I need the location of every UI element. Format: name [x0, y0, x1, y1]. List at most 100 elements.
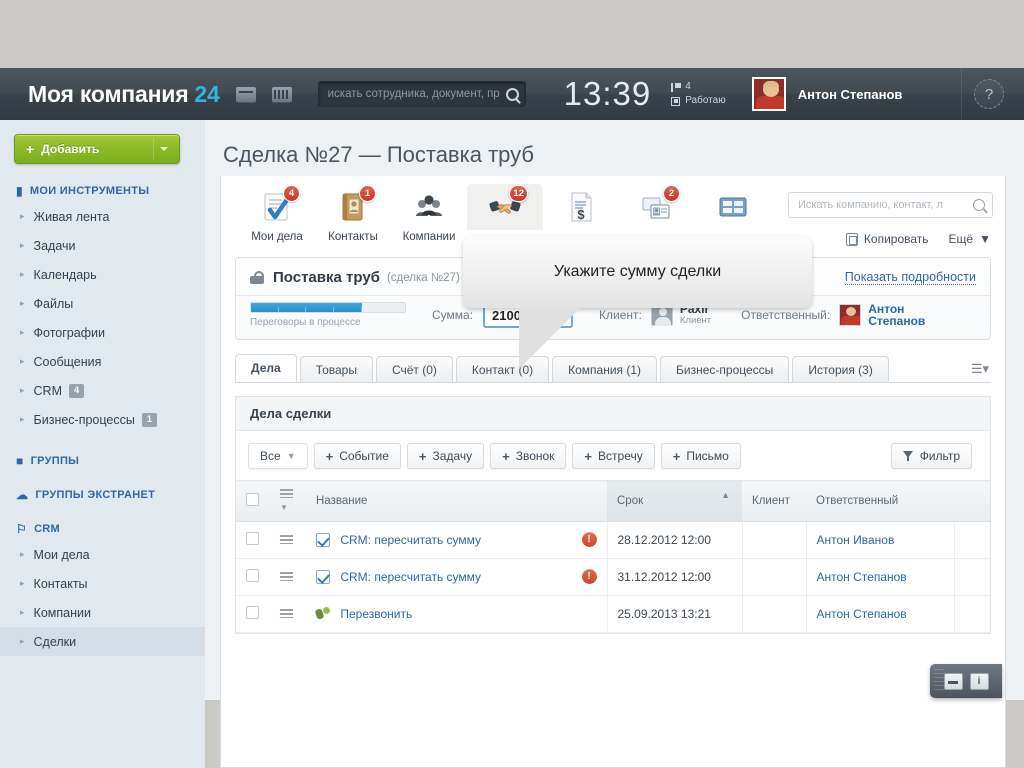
row-select[interactable] — [236, 595, 270, 633]
sidebar-item-live-feed[interactable]: ▸ Живая лента — [0, 202, 205, 231]
crm-tile-companies[interactable]: Компании — [391, 190, 467, 243]
sidebar-section-crm[interactable]: ⚐ CRM — [16, 522, 205, 536]
crm-tile-deals[interactable]: 12 — [467, 184, 543, 230]
sidebar-item-business-processes[interactable]: ▸ Бизнес-процессы 1 — [0, 405, 205, 434]
table-row[interactable]: Перезвонить 25.09.2013 13:21 Антон Степа… — [236, 595, 990, 633]
grid-icon[interactable] — [271, 86, 292, 102]
filter-button[interactable]: Фильтр — [890, 443, 972, 469]
avatar[interactable] — [751, 77, 786, 111]
list-menu-icon[interactable] — [280, 489, 293, 498]
col-deadline[interactable]: Срок ▲ — [607, 480, 742, 522]
col-row-menu[interactable]: ▼ — [270, 480, 306, 522]
search-icon[interactable] — [973, 199, 985, 211]
sidebar-section-extranet-groups[interactable]: ☁ ГРУППЫ ЭКСТРАНЕТ — [16, 488, 205, 502]
sidebar-item-companies[interactable]: ▸ Компании — [0, 598, 205, 627]
help-icon[interactable]: ? — [974, 79, 1004, 109]
tab-history[interactable]: История (3) — [792, 356, 889, 382]
work-status[interactable]: 4 Работаю — [671, 80, 726, 108]
responsible-name-last[interactable]: Степанов — [868, 315, 925, 327]
clock: 13:39 — [563, 75, 652, 112]
row-menu[interactable] — [270, 521, 306, 559]
row-responsible[interactable]: Антон Степанов — [817, 607, 907, 621]
checkbox[interactable] — [246, 532, 259, 545]
sidebar-item-files[interactable]: ▸ Файлы — [0, 289, 205, 318]
tab-deeds[interactable]: Дела — [235, 354, 297, 382]
row-responsible[interactable]: Антон Степанов — [817, 570, 907, 584]
svg-text:$: $ — [577, 207, 585, 222]
tab-products[interactable]: Товары — [299, 356, 373, 382]
deal-stage[interactable]: Переговоры в процессе — [250, 302, 406, 328]
sidebar-item-messages[interactable]: ▸ Сообщения — [0, 347, 205, 376]
sidebar-item-my-activities[interactable]: ▸ Мои дела — [0, 540, 205, 569]
add-button[interactable]: + Добавить — [14, 134, 180, 164]
row-menu[interactable] — [270, 595, 306, 633]
table-row[interactable]: CRM: пересчитать сумму ! 31.12.2012 12:0… — [236, 558, 990, 596]
col-responsible[interactable]: Ответственный — [806, 480, 954, 522]
row-name-link[interactable]: Перезвонить — [340, 607, 412, 621]
sidebar-section-groups[interactable]: ■ ГРУППЫ — [16, 454, 205, 468]
row-name-link[interactable]: CRM: пересчитать сумму — [340, 570, 481, 584]
add-meeting-button[interactable]: + Встречу — [572, 443, 655, 469]
table-row[interactable]: CRM: пересчитать сумму ! 28.12.2012 12:0… — [236, 521, 990, 559]
search-icon[interactable] — [505, 87, 519, 101]
checkbox[interactable] — [246, 606, 259, 619]
add-email-button[interactable]: + Письмо — [660, 443, 741, 469]
sidebar-item-deals[interactable]: ▸ Сделки — [0, 627, 219, 656]
row-menu[interactable] — [270, 558, 306, 596]
crm-tile-invoices[interactable]: $ — [543, 190, 619, 224]
user-name[interactable]: Антон Степанов — [798, 87, 903, 102]
sidebar-item-photos[interactable]: ▸ Фотографии — [0, 318, 205, 347]
chat-icon[interactable]: ▬ — [943, 672, 963, 690]
sidebar-section-my-tools[interactable]: ▮ МОИ ИНСТРУМЕНТЫ — [16, 184, 205, 198]
list-menu-icon[interactable] — [280, 535, 293, 544]
search-input[interactable] — [327, 88, 506, 100]
lock-open-icon[interactable] — [250, 271, 264, 284]
crm-tile-reports[interactable] — [695, 190, 771, 224]
row-responsible[interactable]: Антон Иванов — [817, 533, 895, 547]
list-menu-icon[interactable] — [280, 609, 293, 618]
checkbox[interactable] — [246, 569, 259, 582]
row-flag-cell — [953, 595, 990, 633]
sidebar-item-crm[interactable]: ▸ CRM 4 — [0, 376, 205, 405]
crm-tile-leads[interactable]: 2 — [619, 185, 695, 224]
more-button[interactable]: Ещё ▼ — [949, 232, 991, 246]
sidebar-item-tasks[interactable]: ▸ Задачи — [0, 231, 205, 260]
crm-tile-contacts[interactable]: 1 Контакты — [315, 185, 391, 243]
row-client — [741, 558, 806, 596]
row-deadline: 28.12.2012 12:00 — [606, 521, 742, 559]
add-call-button[interactable]: + Звонок — [490, 443, 567, 469]
show-details-link[interactable]: Показать подробности — [844, 270, 976, 285]
chevron-right-icon: ▸ — [20, 356, 25, 366]
col-client[interactable]: Клиент — [742, 480, 806, 522]
add-event-button[interactable]: + Событие — [313, 443, 401, 469]
sidebar-item-contacts[interactable]: ▸ Контакты — [0, 569, 205, 598]
row-deadline: 31.12.2012 12:00 — [606, 558, 742, 596]
copy-button[interactable]: Копировать — [845, 232, 929, 246]
info-icon[interactable]: i — [969, 672, 989, 690]
col-name[interactable]: Название — [306, 480, 607, 522]
list-menu-icon[interactable] — [280, 572, 293, 581]
sidebar-item-calendar[interactable]: ▸ Календарь — [0, 260, 205, 289]
filter-all-dropdown[interactable]: Все ▼ — [248, 443, 308, 469]
messages-icon[interactable] — [235, 86, 256, 102]
add-task-button[interactable]: + Задачу — [406, 443, 485, 469]
checkbox[interactable] — [246, 493, 259, 506]
row-select[interactable] — [236, 558, 270, 596]
responsible-label: Ответственный: — [741, 308, 831, 322]
tab-invoice[interactable]: Счёт (0) — [375, 356, 453, 382]
tab-business-processes[interactable]: Бизнес-процессы — [660, 356, 790, 382]
panel-heading: Дела сделки — [236, 396, 990, 431]
app-logo[interactable]: Моя компания 24 — [28, 81, 220, 108]
crm-search-input[interactable] — [798, 199, 973, 211]
crm-tile-my-activities[interactable]: 4 Мои дела — [239, 185, 315, 243]
tabs-menu-icon[interactable]: ☰▾ — [971, 361, 989, 377]
chevron-right-icon: ▸ — [20, 549, 25, 559]
col-select-all[interactable] — [236, 480, 270, 522]
global-search[interactable] — [317, 81, 526, 107]
plus-icon: + — [26, 141, 35, 157]
floating-widget[interactable]: ▬ i — [930, 664, 1002, 698]
row-name-link[interactable]: CRM: пересчитать сумму — [340, 533, 481, 547]
row-select[interactable] — [236, 521, 270, 559]
phone-icon — [316, 607, 330, 621]
crm-search[interactable] — [788, 192, 993, 218]
